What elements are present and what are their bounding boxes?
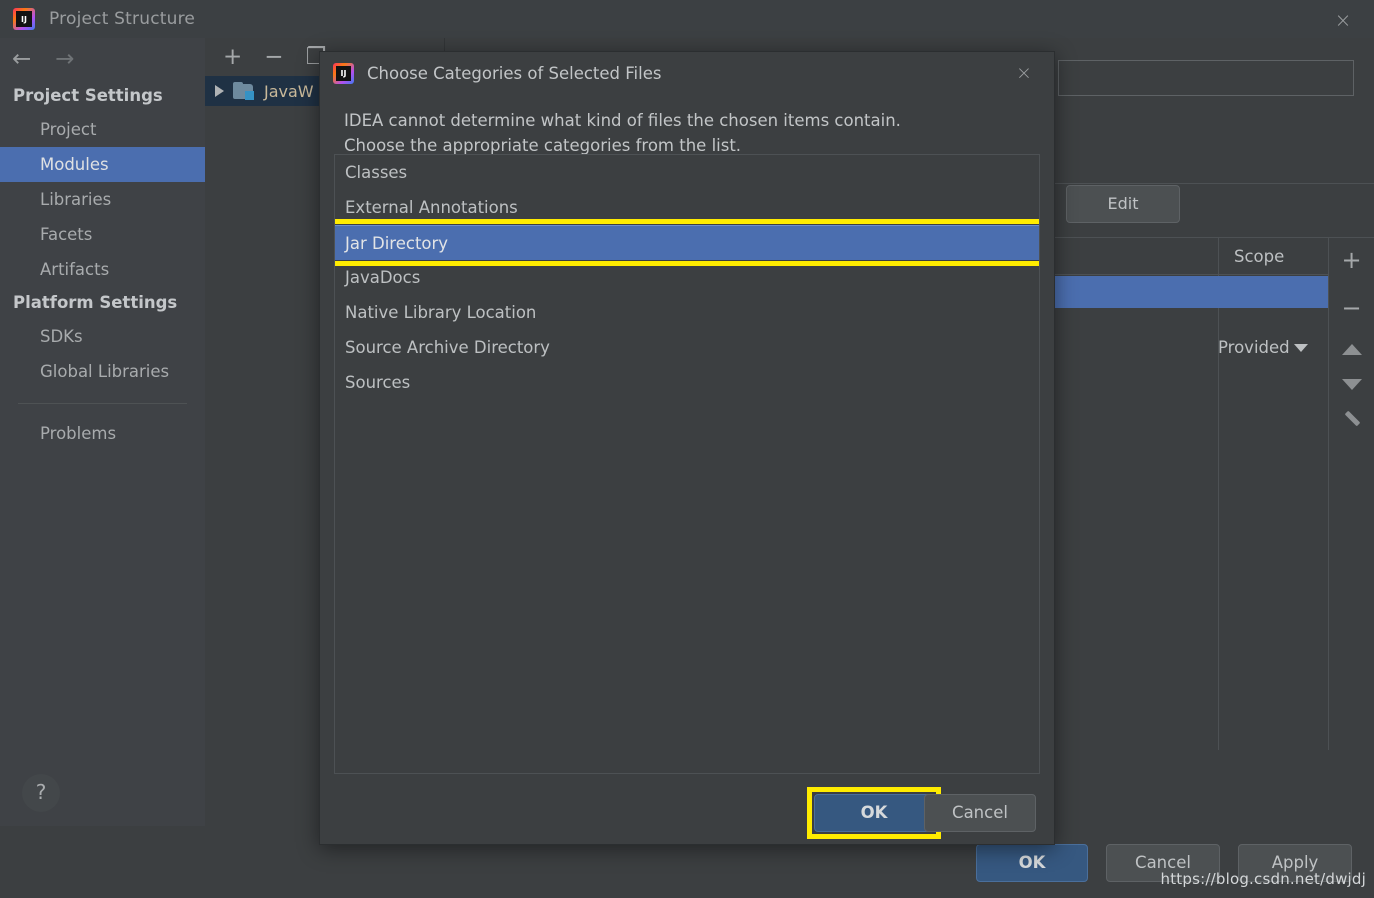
dialog-ok-button[interactable]: OK (814, 794, 934, 832)
module-name-label: JavaW (264, 81, 314, 101)
add-module-button[interactable]: + (223, 45, 242, 69)
chevron-down-icon[interactable] (1293, 343, 1308, 352)
edit-button[interactable]: Edit (1066, 185, 1180, 223)
scope-dropdown[interactable]: Provided (1218, 338, 1328, 357)
dialog-message-line-1: IDEA cannot determine what kind of files… (344, 111, 901, 130)
column-header-scope[interactable]: Scope (1218, 238, 1328, 275)
list-item-external-annotations[interactable]: External Annotations (335, 190, 1039, 225)
nav-arrows: ← → (0, 38, 205, 80)
window-title: Project Structure (49, 9, 196, 29)
sidebar-item-sdks[interactable]: SDKs (0, 319, 205, 354)
sidebar-divider (18, 403, 187, 404)
edit-dependency-button[interactable] (1342, 410, 1362, 434)
list-item-source-archive-directory[interactable]: Source Archive Directory (335, 330, 1039, 365)
sidebar-group-project-settings: Project Settings (13, 86, 163, 105)
remove-dependency-button[interactable]: − (1341, 296, 1361, 320)
forward-arrow-icon[interactable]: → (55, 47, 74, 71)
window-titlebar: IJ Project Structure × (0, 0, 1374, 38)
close-icon[interactable]: × (1330, 8, 1356, 32)
list-item-sources[interactable]: Sources (335, 365, 1039, 400)
sidebar-item-libraries[interactable]: Libraries (0, 182, 205, 217)
sidebar-item-modules[interactable]: Modules (0, 147, 205, 182)
scope-value-label: Provided (1218, 338, 1290, 357)
expander-triangle-icon[interactable] (215, 85, 224, 97)
project-structure-window: IJ Project Structure × ← → Project Setti… (0, 0, 1374, 898)
watermark-text: https://blog.csdn.net/dwjdj (1160, 870, 1366, 888)
module-path-input[interactable] (1058, 60, 1354, 96)
dialog-close-icon[interactable]: × (1012, 62, 1036, 84)
remove-module-button[interactable]: − (264, 45, 283, 69)
intellij-idea-icon: IJ (333, 62, 354, 84)
dialog-titlebar: IJ Choose Categories of Selected Files × (320, 52, 1054, 94)
list-item-jar-directory[interactable]: Jar Directory (335, 225, 1039, 260)
sidebar: ← → Project Settings Project Modules Lib… (0, 38, 205, 826)
sidebar-group-platform-settings: Platform Settings (13, 293, 178, 312)
sidebar-item-global-libraries[interactable]: Global Libraries (0, 354, 205, 389)
module-folder-icon (233, 82, 255, 100)
help-button[interactable]: ? (22, 774, 60, 812)
sidebar-item-problems[interactable]: Problems (0, 416, 205, 451)
sidebar-item-artifacts[interactable]: Artifacts (0, 252, 205, 287)
choose-categories-dialog: IJ Choose Categories of Selected Files ×… (319, 51, 1055, 845)
back-arrow-icon[interactable]: ← (12, 47, 31, 71)
dialog-title: Choose Categories of Selected Files (367, 63, 662, 83)
dialog-cancel-button[interactable]: Cancel (924, 794, 1036, 832)
move-down-button[interactable] (1341, 379, 1362, 390)
sidebar-item-facets[interactable]: Facets (0, 217, 205, 252)
intellij-idea-icon: IJ (13, 8, 35, 30)
dialog-message: IDEA cannot determine what kind of files… (320, 94, 1054, 158)
list-item-javadocs[interactable]: JavaDocs (335, 260, 1039, 295)
dependencies-toolbar: + − (1328, 238, 1374, 750)
list-item-native-library-location[interactable]: Native Library Location (335, 295, 1039, 330)
move-up-button[interactable] (1341, 344, 1362, 355)
ok-button[interactable]: OK (976, 844, 1088, 882)
sidebar-item-project[interactable]: Project (0, 112, 205, 147)
categories-list[interactable]: Classes External Annotations Jar Directo… (334, 154, 1040, 774)
add-dependency-button[interactable]: + (1341, 248, 1361, 272)
list-item-classes[interactable]: Classes (335, 155, 1039, 190)
list-item-jar-directory-wrapper: Jar Directory (335, 219, 1039, 266)
